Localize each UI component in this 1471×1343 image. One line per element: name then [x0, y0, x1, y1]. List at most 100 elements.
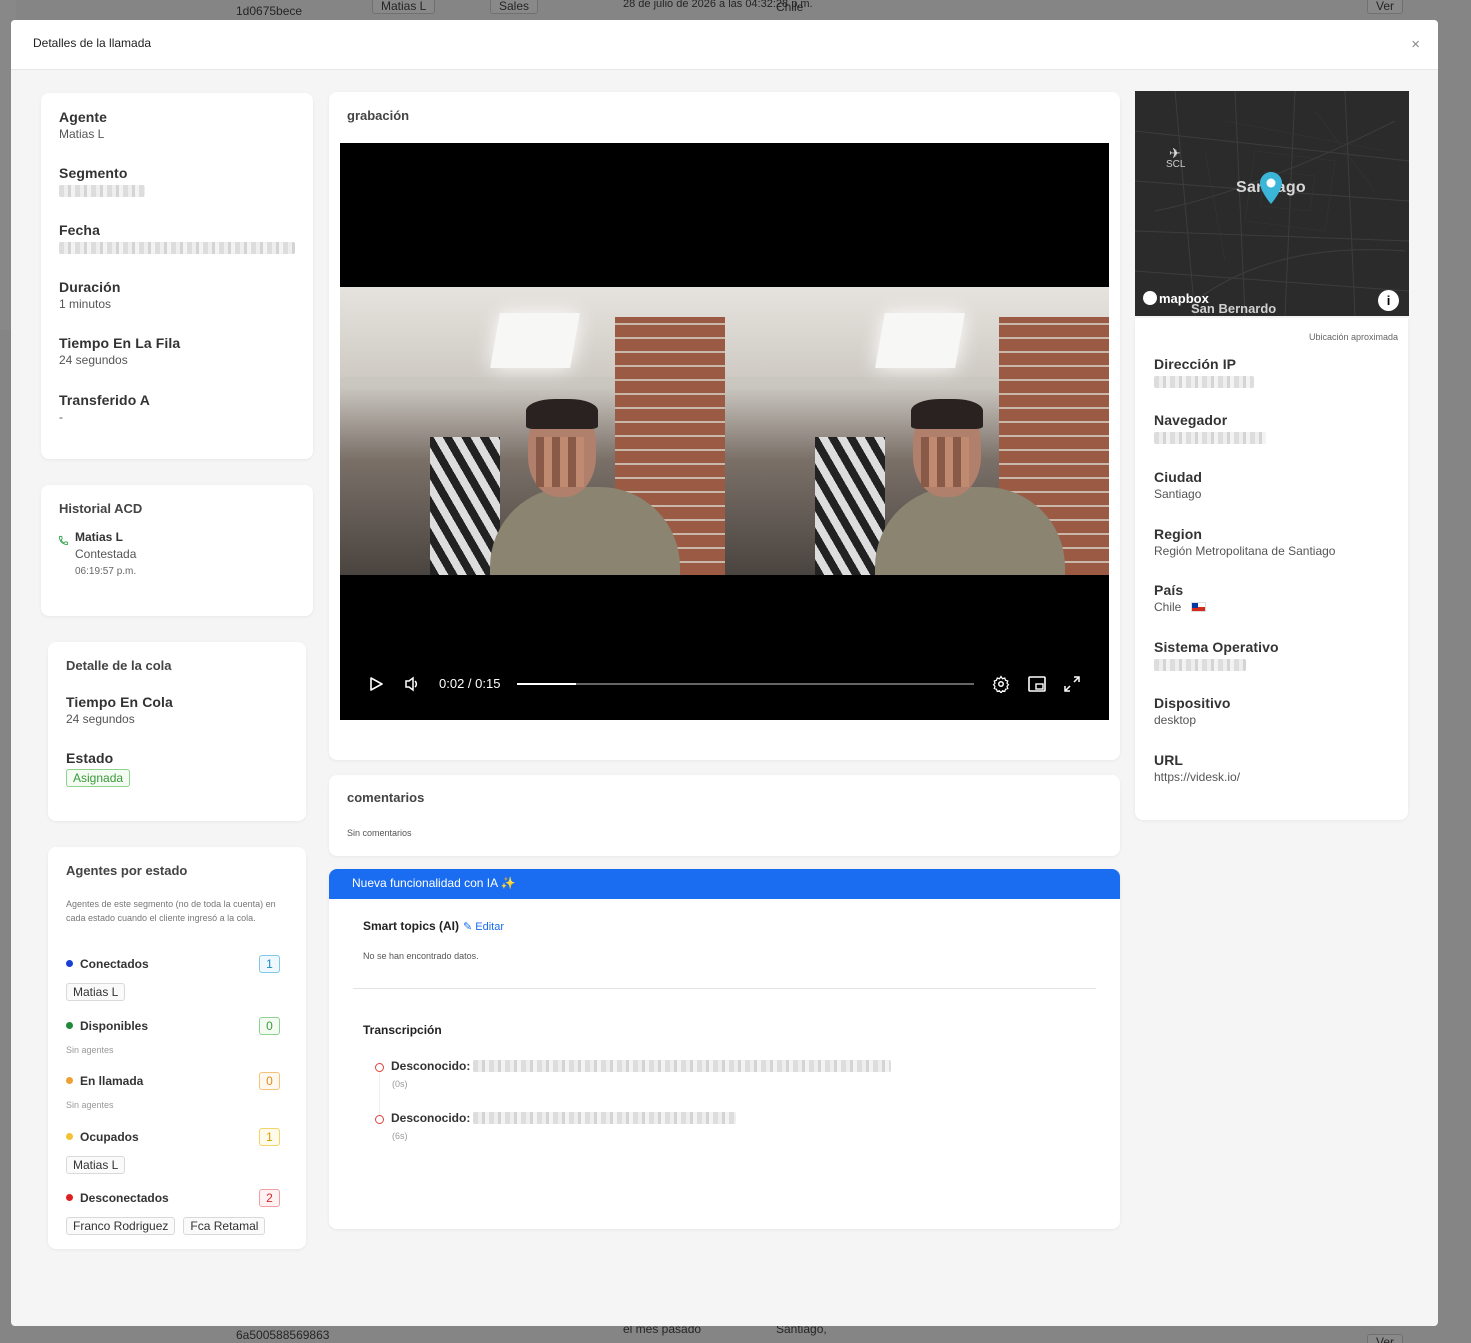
queue-state-label: Estado: [66, 750, 114, 766]
state-label: Disponibles: [80, 1019, 149, 1033]
queue-time-label: Tiempo En La Fila: [59, 335, 181, 351]
call-details-card: Agente Matias L Segmento Fecha Duración …: [41, 93, 313, 459]
url-value[interactable]: https://videsk.io/: [1154, 770, 1240, 784]
map-pin-icon: [1260, 172, 1282, 204]
video-view-left: [340, 287, 725, 575]
transferred-label: Transferido A: [59, 392, 151, 408]
transcript-speaker: Desconocido:: [391, 1111, 471, 1125]
chile-flag-icon: [1190, 602, 1206, 612]
device-label: Dispositivo: [1154, 695, 1231, 711]
divider: [353, 988, 1096, 989]
state-label: Ocupados: [80, 1130, 139, 1144]
state-available: Disponibles 0 Sin agentes: [66, 1017, 306, 1055]
timeline-line: [379, 1071, 380, 1121]
location-card: Ubicación aproximada Dirección IP Navega…: [1135, 318, 1408, 820]
state-count: 1: [259, 955, 280, 973]
recording-title: grabación: [347, 108, 410, 123]
region-value: Región Metropolitana de Santiago: [1154, 544, 1336, 558]
transferred-value: -: [59, 410, 63, 424]
info-icon[interactable]: i: [1378, 290, 1399, 311]
agent-tag: Fca Retamal: [183, 1217, 266, 1235]
video-view-right: [724, 287, 1109, 575]
fullscreen-icon[interactable]: [1064, 676, 1080, 692]
transcript-text-redacted: [473, 1060, 891, 1072]
modal-title: Detalles de la llamada: [33, 36, 152, 50]
state-connected: Conectados 1 Matias L: [66, 955, 306, 1001]
location-map[interactable]: ✈ SCL Santiago San Bernardo mapbox i: [1135, 91, 1409, 316]
url-label: URL: [1154, 752, 1184, 768]
country-label: País: [1154, 582, 1184, 598]
duration-label: Duración: [59, 279, 121, 295]
device-value: desktop: [1154, 713, 1197, 727]
state-count: 0: [259, 1072, 280, 1090]
segment-value-redacted: [59, 185, 145, 197]
state-dot: [66, 960, 73, 968]
os-label: Sistema Operativo: [1154, 639, 1279, 655]
date-value-redacted: [59, 242, 295, 254]
comments-title: comentarios: [347, 790, 425, 805]
queue-time-value: 24 segundos: [66, 712, 135, 726]
country-value: Chile: [1154, 600, 1182, 614]
agent-tag: Matias L: [66, 1156, 126, 1174]
transcript-text-redacted: [473, 1112, 736, 1124]
video-player[interactable]: 0:02 / 0:15: [340, 143, 1109, 720]
ai-card: Nueva funcionalidad con IA ✨ Smart topic…: [329, 869, 1120, 1229]
video-frame: [340, 287, 1109, 575]
volume-icon[interactable]: [404, 676, 422, 692]
ip-label: Dirección IP: [1154, 356, 1237, 372]
agents-by-state-title: Agentes por estado: [66, 863, 188, 878]
queue-state-badge: Asignada: [66, 769, 131, 787]
state-empty: Sin agentes: [66, 1100, 114, 1110]
state-count: 1: [259, 1128, 280, 1146]
browser-label: Navegador: [1154, 412, 1228, 428]
modal-header: Detalles de la llamada ×: [11, 20, 1438, 70]
queue-time-label: Tiempo En Cola: [66, 694, 173, 710]
mapbox-label: mapbox: [1159, 291, 1209, 306]
ai-banner: Nueva funcionalidad con IA ✨: [329, 869, 1120, 899]
settings-icon[interactable]: [992, 675, 1010, 693]
smart-topics-empty: No se han encontrado datos.: [363, 951, 479, 961]
state-dot: [66, 1194, 73, 1202]
transcript-time: (0s): [392, 1079, 408, 1089]
smart-topics-label: Smart topics (AI): [363, 919, 460, 933]
city-value: Santiago: [1154, 487, 1202, 501]
mapbox-logo: mapbox: [1143, 291, 1209, 306]
timeline-dot: [375, 1063, 384, 1072]
video-progress-bar[interactable]: [517, 683, 974, 685]
os-value-redacted: [1154, 659, 1246, 671]
queue-time-value: 24 segundos: [59, 353, 128, 367]
state-dot: [66, 1077, 73, 1085]
acd-history-card: Historial ACD Matias L Contestada 06:19:…: [41, 485, 313, 616]
close-icon[interactable]: ×: [1411, 36, 1420, 53]
edit-label: Editar: [475, 921, 505, 933]
agent-tag: Franco Rodriguez: [66, 1217, 176, 1235]
agents-by-state-description: Agentes de este segmento (no de toda la …: [66, 899, 276, 923]
state-label: En llamada: [80, 1074, 144, 1088]
state-disconnected: Desconectados 2 Franco Rodriguez Fca Reta…: [66, 1189, 306, 1235]
acd-status: Contestada: [75, 547, 137, 561]
timeline-dot: [375, 1115, 384, 1124]
edit-icon: ✎: [463, 921, 473, 933]
state-empty: Sin agentes: [66, 1045, 114, 1055]
state-on-call: En llamada 0 Sin agentes: [66, 1072, 306, 1110]
edit-button[interactable]: ✎ Editar: [463, 920, 504, 933]
date-label: Fecha: [59, 222, 100, 238]
airport-label: SCL: [1166, 159, 1186, 170]
transcript-title: Transcripción: [363, 1023, 442, 1037]
queue-detail-card: Detalle de la cola Tiempo En Cola 24 seg…: [48, 642, 306, 821]
agent-label: Agente: [59, 109, 108, 125]
play-icon[interactable]: [368, 676, 384, 692]
picture-in-picture-icon[interactable]: [1028, 676, 1046, 692]
state-label: Conectados: [80, 957, 149, 971]
city-label: Ciudad: [1154, 469, 1203, 485]
state-count: 0: [259, 1017, 280, 1035]
agent-value: Matias L: [59, 127, 105, 141]
transcript-time: (6s): [392, 1131, 408, 1141]
state-label: Desconectados: [80, 1191, 169, 1205]
phone-icon: [58, 535, 69, 546]
map-caption: Ubicación aproximada: [1308, 332, 1398, 342]
state-busy: Ocupados 1 Matias L: [66, 1128, 306, 1174]
comments-empty: Sin comentarios: [347, 828, 412, 838]
transcript-speaker: Desconocido:: [391, 1059, 471, 1073]
acd-agent: Matias L: [75, 530, 124, 544]
